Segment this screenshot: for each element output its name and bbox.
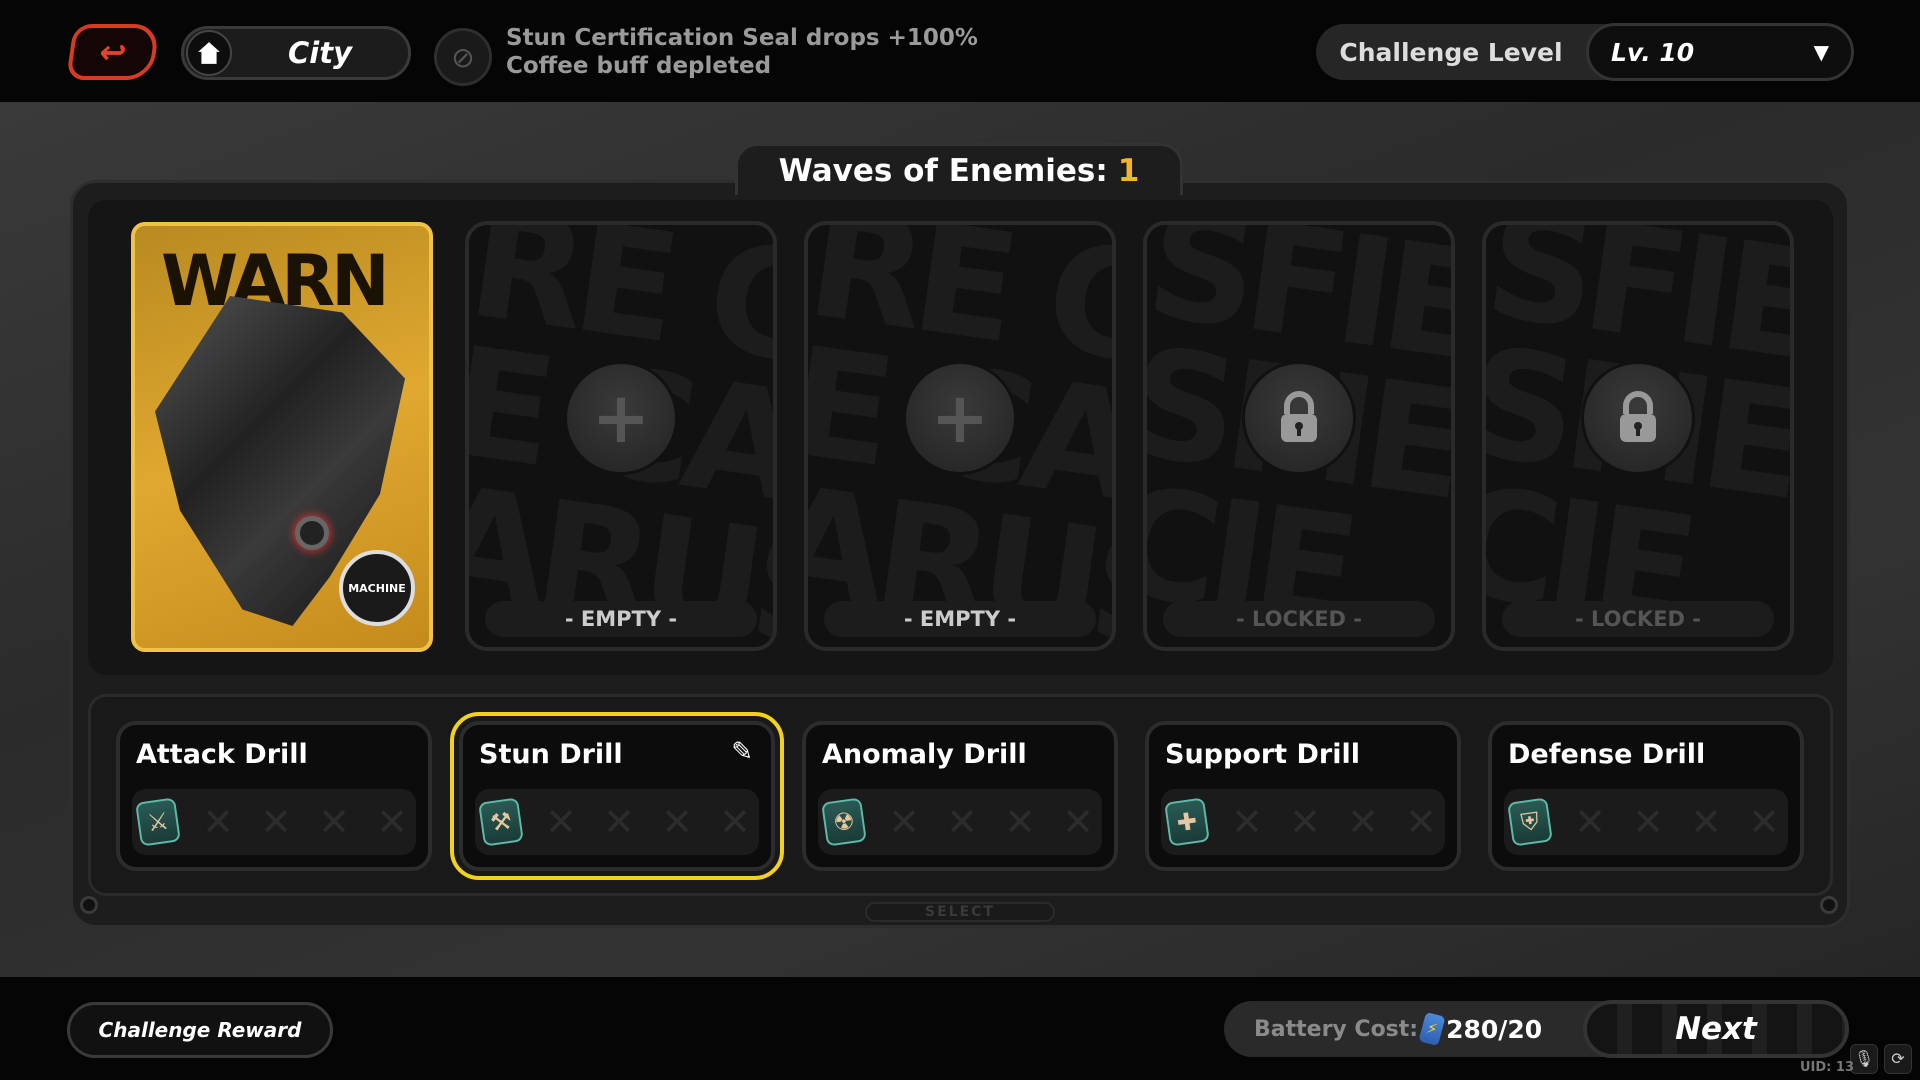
drill-slots: ⚔ ✕ ✕ ✕ ✕ (132, 789, 416, 855)
empty-slot-icon[interactable]: ✕ (717, 800, 753, 844)
coffee-disabled-icon[interactable]: ⊘ (434, 28, 492, 86)
empty-slot-icon[interactable]: ✕ (1688, 800, 1724, 844)
edit-icon[interactable]: ✎ (731, 737, 753, 767)
lock-icon (1581, 361, 1695, 475)
screw (80, 896, 98, 914)
drill-seal-icon: ⚔ (135, 797, 181, 847)
drill-support-drill[interactable]: Support Drill ✚ ✕ ✕ ✕ ✕ (1145, 721, 1461, 871)
empty-slot-icon[interactable]: ✕ (316, 800, 352, 844)
empty-slot-icon[interactable]: ✕ (1403, 800, 1439, 844)
drill-slots: ⛨ ✕ ✕ ✕ ✕ (1504, 789, 1788, 855)
buff-line: Stun Certification Seal drops +100% (506, 25, 978, 51)
location-button[interactable]: City (181, 26, 411, 80)
empty-slot-icon[interactable]: ✕ (1229, 800, 1265, 844)
lock-icon (1242, 361, 1356, 475)
screw (1820, 896, 1838, 914)
uid-label: UID: 13 (1800, 1060, 1854, 1075)
drill-slots: ✚ ✕ ✕ ✕ ✕ (1161, 789, 1445, 855)
waves-label: Waves of Enemies: (778, 152, 1108, 189)
empty-slot-icon[interactable]: ✕ (258, 800, 294, 844)
drill-name: Anomaly Drill (822, 739, 1027, 770)
slot-state: - EMPTY - (485, 601, 757, 637)
slot-state: - LOCKED - (1163, 601, 1435, 637)
challenge-reward-button[interactable]: Challenge Reward (67, 1002, 333, 1058)
empty-slot-icon[interactable]: ✕ (1746, 800, 1782, 844)
location-label: City (288, 36, 352, 70)
challenge-level-label: Challenge Level (1339, 37, 1563, 67)
empty-slot-icon[interactable]: ✕ (886, 800, 922, 844)
level-dropdown[interactable]: Lv. 10 ▼ (1586, 23, 1854, 81)
machine-badge-icon: MACHINE (339, 550, 415, 626)
back-button[interactable]: ↩ (66, 24, 160, 80)
level-value: Lv. 10 (1611, 37, 1695, 67)
drill-slots: ☢ ✕ ✕ ✕ ✕ (818, 789, 1102, 855)
battery-cost: Battery Cost: ⚡ 280/20 (1224, 1001, 1644, 1057)
slot-state: - EMPTY - (824, 601, 1096, 637)
drill-anomaly-drill[interactable]: Anomaly Drill ☢ ✕ ✕ ✕ ✕ (802, 721, 1118, 871)
drill-defense-drill[interactable]: Defense Drill ⛨ ✕ ✕ ✕ ✕ (1488, 721, 1804, 871)
battery-label: Battery Cost: (1254, 1016, 1419, 1042)
empty-slot-icon[interactable]: ✕ (1345, 800, 1381, 844)
drill-seal-icon: ☢ (821, 797, 867, 847)
select-label: SELECT (865, 902, 1055, 922)
empty-slot-icon[interactable]: ✕ (601, 800, 637, 844)
empty-slot-icon[interactable]: ✕ (1060, 800, 1096, 844)
drill-stun-drill[interactable]: Stun Drill ✎ ⚒ ✕ ✕ ✕ ✕ (450, 712, 784, 880)
empty-slot-icon[interactable]: ✕ (1572, 800, 1608, 844)
empty-slot-icon[interactable]: ✕ (944, 800, 980, 844)
next-button[interactable]: Next (1583, 1000, 1849, 1058)
plus-icon[interactable]: + (903, 361, 1017, 475)
empty-slot-icon[interactable]: ✕ (1002, 800, 1038, 844)
drill-seal-icon: ✚ (1164, 797, 1210, 847)
slot-state: - LOCKED - (1502, 601, 1774, 637)
drill-name: Defense Drill (1508, 739, 1706, 770)
drill-slots: ⚒ ✕ ✕ ✕ ✕ (475, 789, 759, 855)
refresh-icon[interactable]: ⟳ (1884, 1044, 1912, 1074)
battery-icon: ⚡ (1418, 1011, 1446, 1047)
enemy-slot-empty[interactable]: RE CA E CA ARUS + - EMPTY - (465, 221, 777, 651)
drill-seal-icon: ⚒ (478, 797, 524, 847)
drill-name: Stun Drill (479, 739, 623, 770)
drill-seal-icon: ⛨ (1507, 797, 1553, 847)
microphone-icon[interactable]: 🎙 (1850, 1044, 1878, 1074)
empty-slot-icon[interactable]: ✕ (1287, 800, 1323, 844)
enemy-slot-locked: SFIE SFIE CIE - LOCKED - (1143, 221, 1455, 651)
enemy-card[interactable]: WARN MACHINE (131, 222, 433, 652)
back-arrow-icon: ↩ (96, 33, 130, 71)
drill-attack-drill[interactable]: Attack Drill ⚔ ✕ ✕ ✕ ✕ (116, 721, 432, 871)
empty-slot-icon[interactable]: ✕ (200, 800, 236, 844)
caret-down-icon: ▼ (1813, 40, 1829, 64)
enemy-slot-empty[interactable]: RE CA E CA ARUS + - EMPTY - (804, 221, 1116, 651)
empty-slot-icon[interactable]: ✕ (374, 800, 410, 844)
empty-slot-icon[interactable]: ✕ (659, 800, 695, 844)
buff-status: Stun Certification Seal drops +100% Coff… (506, 24, 978, 80)
drill-name: Support Drill (1165, 739, 1360, 770)
empty-slot-icon[interactable]: ✕ (543, 800, 579, 844)
enemy-eye (295, 516, 329, 550)
empty-slot-icon[interactable]: ✕ (1630, 800, 1666, 844)
enemy-slot-locked: SFIE SFIE CIE - LOCKED - (1482, 221, 1794, 651)
waves-title: Waves of Enemies: 1 (735, 143, 1183, 195)
waves-count: 1 (1117, 152, 1140, 189)
plus-icon[interactable]: + (564, 361, 678, 475)
challenge-level: Challenge Level Lv. 10 ▼ (1316, 23, 1854, 81)
drill-name: Attack Drill (136, 739, 308, 770)
home-icon (186, 30, 232, 76)
battery-value: 280/20 (1446, 1014, 1543, 1044)
buff-line: Coffee buff depleted (506, 53, 772, 79)
